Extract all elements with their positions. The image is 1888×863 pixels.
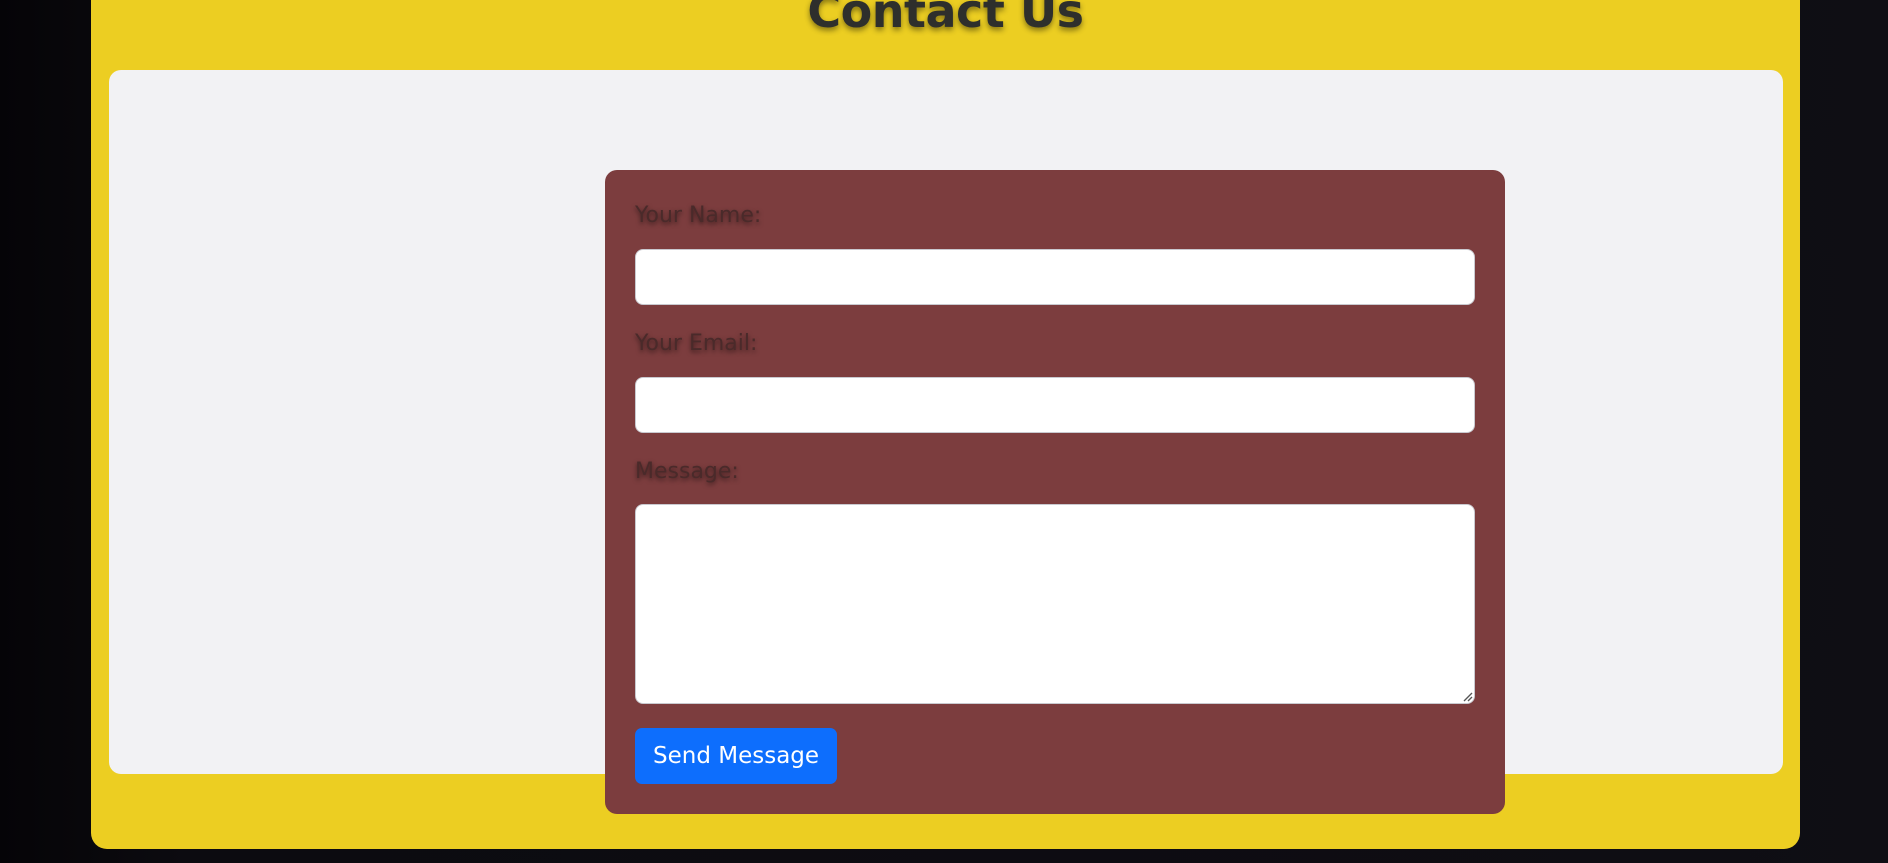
message-label: Message: <box>635 459 739 484</box>
send-message-button[interactable]: Send Message <box>635 728 838 784</box>
email-label: Your Email: <box>635 331 758 356</box>
name-label: Your Name: <box>635 203 762 228</box>
page-title: Contact Us <box>807 0 1084 38</box>
name-input[interactable] <box>635 249 1475 305</box>
contact-form: Your Name: Your Email: Message: Send Mes… <box>605 170 1505 814</box>
email-input[interactable] <box>635 377 1475 433</box>
message-textarea[interactable] <box>635 504 1475 704</box>
content-card: Your Name: Your Email: Message: Send Mes… <box>109 70 1783 814</box>
resize-grip-icon[interactable] <box>1461 690 1473 702</box>
